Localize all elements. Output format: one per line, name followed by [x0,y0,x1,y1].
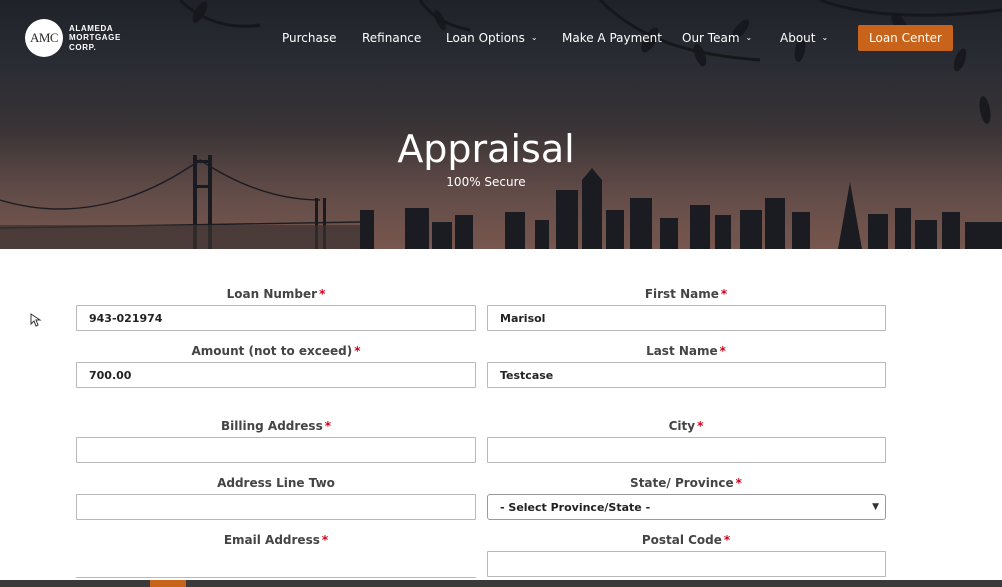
taskbar [0,580,1002,587]
required-marker: * [723,533,731,547]
nav-item-label: Our Team [682,31,740,45]
label-text: First Name [644,287,719,301]
hero-banner: AMC ALAMEDA MORTGAGE CORP. Purchase Refi… [0,0,1002,249]
last-name-input[interactable]: Testcase [487,362,886,388]
required-marker: * [321,533,329,547]
nav-item-label: Make A Payment [562,31,662,45]
chevron-down-icon: ⌄ [530,32,538,42]
label-text: Amount (not to exceed) [191,344,353,358]
required-marker: * [719,344,726,358]
chevron-down-icon: ⌄ [821,32,829,42]
amount-input[interactable]: 700.00 [76,362,476,388]
nav-item-label: Refinance [362,31,422,45]
appraisal-form: Loan Number * First Name * 943-021974 Mari… [0,249,1002,587]
label-text: Postal Code [641,533,722,547]
address-line-two-label: Address Line Two [76,476,476,490]
logo-mark: AMC [25,19,63,57]
mouse-cursor-icon [30,313,42,327]
state-province-select[interactable]: - Select Province/State - ▼ [487,494,886,520]
required-marker: * [697,419,704,433]
first-name-input[interactable]: Marisol [487,305,886,331]
address-line-two-input[interactable] [76,494,476,520]
postal-code-label: Postal Code * [486,533,886,547]
email-address-label: Email Address * [76,533,476,547]
city-input[interactable] [487,437,886,463]
nav-item-about[interactable]: About ⌄ [780,31,828,45]
city-label: City * [486,419,886,433]
logo-line-1: ALAMEDA [69,23,114,33]
state-province-label: State/ Province * [486,476,886,490]
email-address-input[interactable] [76,551,476,578]
nav-item-label: About [780,31,816,45]
required-marker: * [319,287,326,301]
label-text: State/ Province [630,476,734,490]
label-text: Email Address [223,533,320,547]
logo-wordmark: ALAMEDA MORTGAGE CORP. [69,24,121,53]
loan-number-label: Loan Number * [76,287,476,301]
nav-item-refinance[interactable]: Refinance [362,31,421,45]
last-name-label: Last Name * [486,344,886,358]
amount-label: Amount (not to exceed) * [76,344,476,358]
chevron-down-icon: ▼ [872,502,879,512]
nav-item-purchase[interactable]: Purchase [282,31,337,45]
state-province-selected: - Select Province/State - [500,500,651,514]
required-marker: * [354,344,361,358]
required-marker: * [324,419,331,433]
billing-address-label: Billing Address * [76,419,476,433]
logo-line-3: CORP. [69,42,97,52]
required-marker: * [720,287,728,301]
postal-code-input[interactable] [487,551,886,577]
first-name-label: First Name * [486,287,886,301]
taskbar-active-item[interactable] [150,580,186,587]
page-title: Appraisal [397,127,575,171]
nav-item-make-a-payment[interactable]: Make A Payment [562,31,662,45]
page-subtitle: 100% Secure [446,175,526,189]
nav-item-label: Loan Options [446,31,525,45]
loan-center-button[interactable]: Loan Center [858,25,953,51]
nav-item-our-team[interactable]: Our Team ⌄ [682,31,752,45]
nav-item-loan-options[interactable]: Loan Options ⌄ [446,31,538,45]
label-text: Last Name [646,344,718,358]
label-text: City [668,419,696,433]
chevron-down-icon: ⌄ [745,32,753,42]
company-logo[interactable]: AMC ALAMEDA MORTGAGE CORP. [25,19,121,57]
required-marker: * [735,476,742,490]
logo-line-2: MORTGAGE [69,33,121,43]
loan-number-input[interactable]: 943-021974 [76,305,476,331]
label-text: Loan Number [226,287,318,301]
nav-item-label: Purchase [282,31,337,45]
label-text: Billing Address [221,419,323,433]
billing-address-input[interactable] [76,437,476,463]
label-text: Address Line Two [217,476,335,490]
